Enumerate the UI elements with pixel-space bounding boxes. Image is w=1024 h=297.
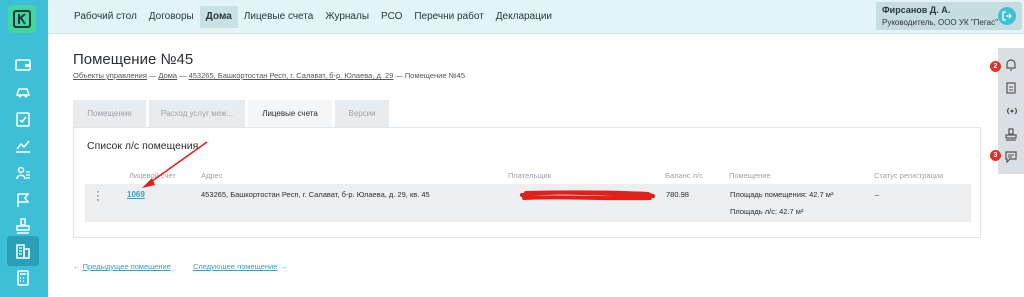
breadcrumb-houses[interactable]: Дома <box>158 71 177 80</box>
building-icon[interactable] <box>7 236 39 266</box>
top-navigation: Рабочий стол Договоры Дома Лицевые счета… <box>48 0 1024 34</box>
breadcrumb: Объекты управления — Дома — 453265, Башк… <box>73 71 465 80</box>
accounts-panel: Список л/с помещения Лицевой счет Адрес … <box>73 127 981 238</box>
tab-service-usage[interactable]: Расход услуг меж... <box>149 100 245 127</box>
panel-title: Список л/с помещения <box>87 140 199 152</box>
next-premises-link[interactable]: Следующее помещение → <box>193 262 287 271</box>
people-icon[interactable] <box>7 160 39 186</box>
logout-icon <box>1002 11 1012 21</box>
sidebar <box>0 0 48 297</box>
app-logo[interactable] <box>8 5 36 33</box>
room-area-cell: Площадь помещения: 42.7 м² <box>730 190 834 199</box>
breadcrumb-separator: — <box>395 71 403 80</box>
header-premises: Помещение <box>729 171 771 180</box>
breadcrumb-objects[interactable]: Объекты управления <box>73 71 147 80</box>
address-cell: 453265, Башкортостан Респ, г. Салават, б… <box>201 190 430 199</box>
user-name: Фирсанов Д. А. <box>882 5 951 15</box>
more-actions-icon[interactable]: · · · <box>96 187 100 206</box>
header-registration-status: Статус регистрации <box>874 171 944 180</box>
page-title: Помещение №45 <box>73 51 194 68</box>
header-balance: Баланс л/с <box>665 171 703 180</box>
tab-versions[interactable]: Версии <box>335 100 389 127</box>
vehicle-icon[interactable] <box>7 79 39 105</box>
clipboard-check-icon[interactable] <box>7 106 39 132</box>
header-address: Адрес <box>201 171 223 180</box>
wallet-icon[interactable] <box>7 52 39 78</box>
table-row[interactable]: · · · 1069 453265, Башкортостан Респ, г. С… <box>85 184 971 222</box>
clipboard-icon[interactable] <box>1002 79 1020 97</box>
breadcrumb-separator: — <box>179 71 187 80</box>
right-tool-panel <box>998 48 1024 174</box>
logo-k-icon <box>13 10 31 28</box>
header-payer: Плательщик <box>508 171 551 180</box>
balance-cell: 780.98 <box>666 190 689 199</box>
nav-item-contracts[interactable]: Договоры <box>143 6 200 28</box>
redacted-payer-scribble <box>520 190 655 201</box>
chart-icon[interactable] <box>7 133 39 159</box>
logout-button[interactable] <box>998 7 1016 25</box>
breadcrumb-house-address[interactable]: 453265, Башкортостан Респ, г. Салават, б… <box>189 71 394 80</box>
breadcrumb-separator: — <box>148 71 157 80</box>
next-premises-label: Следующее помещение <box>193 262 278 271</box>
prev-premises-label: Предыдущее помещение <box>82 262 171 271</box>
calculator-icon[interactable] <box>7 265 39 291</box>
tab-premises[interactable]: Помещение <box>73 100 146 127</box>
nav-item-dashboard[interactable]: Рабочий стол <box>68 6 143 28</box>
bell-icon[interactable] <box>1002 56 1020 74</box>
registration-status-cell: – <box>875 190 880 199</box>
message-icon[interactable] <box>1002 148 1020 166</box>
nav-item-journals[interactable]: Журналы <box>319 6 375 28</box>
stamp-tool-icon[interactable] <box>1002 126 1020 144</box>
nav-item-work-lists[interactable]: Перечни работ <box>408 6 489 28</box>
prev-premises-link[interactable]: ← Предыдущее помещение <box>73 262 171 271</box>
breadcrumb-current: Помещение №45 <box>404 71 466 80</box>
nav-item-declarations[interactable]: Декларации <box>490 6 558 28</box>
messages-badge: 3 <box>990 150 1001 161</box>
tab-accounts[interactable]: Лицевые счета <box>248 100 332 127</box>
header-account: Лицевой счет <box>129 171 176 180</box>
flag-icon[interactable] <box>7 187 39 213</box>
tab-bar: Помещение Расход услуг меж... Лицевые сч… <box>73 100 392 127</box>
nav-menu: Рабочий стол Договоры Дома Лицевые счета… <box>68 6 558 28</box>
nav-item-rso[interactable]: РСО <box>375 6 408 28</box>
notifications-badge: 2 <box>990 61 1001 72</box>
account-area-cell: Площадь л/с: 42.7 м² <box>730 207 804 216</box>
nav-item-houses[interactable]: Дома <box>199 6 238 28</box>
broadcast-icon[interactable] <box>1002 102 1020 120</box>
nav-item-accounts[interactable]: Лицевые счета <box>238 6 320 28</box>
user-role: Руководитель, ООО УК "Пегас" <box>882 18 998 27</box>
user-profile[interactable]: Фирсанов Д. А. Руководитель, ООО УК "Пег… <box>876 2 1022 30</box>
account-link[interactable]: 1069 <box>127 190 145 199</box>
